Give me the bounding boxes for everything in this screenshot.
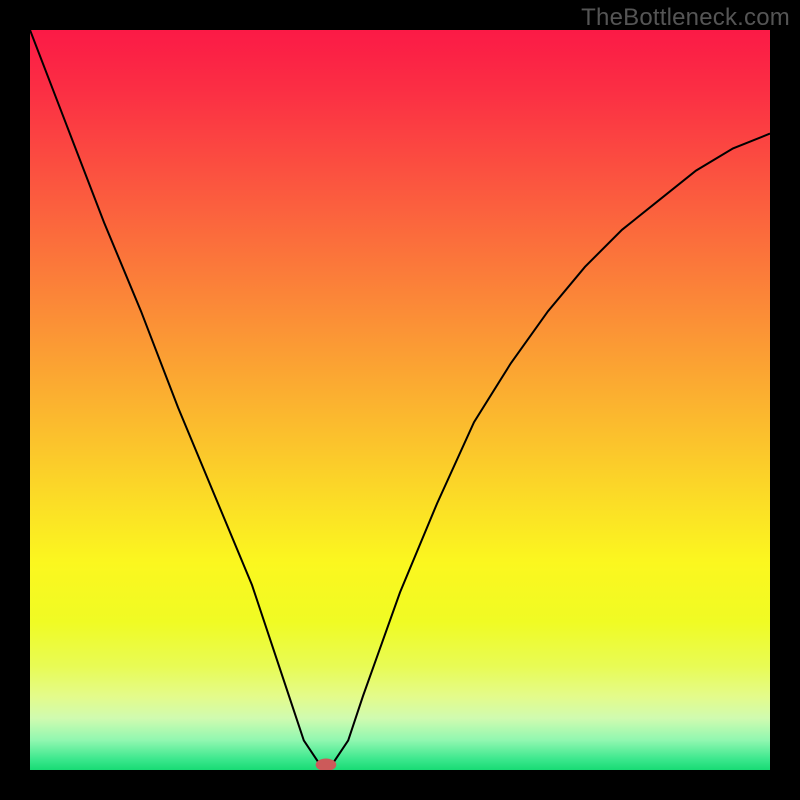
plot-area	[30, 30, 770, 770]
watermark-text: TheBottleneck.com	[581, 4, 790, 32]
bottleneck-chart	[30, 30, 770, 770]
gradient-background	[30, 30, 770, 770]
chart-frame: TheBottleneck.com	[0, 0, 800, 800]
